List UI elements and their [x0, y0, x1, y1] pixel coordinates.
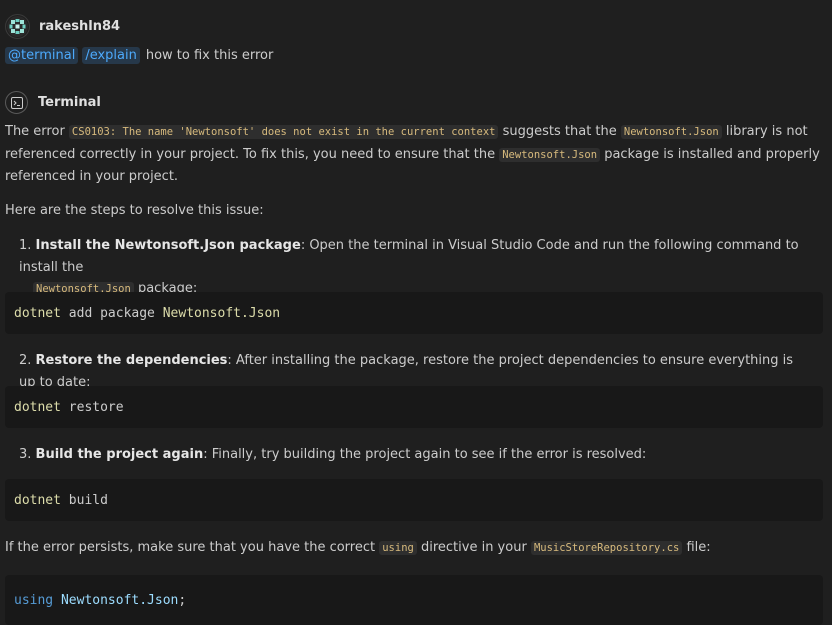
user-avatar — [5, 14, 30, 39]
step-title: Restore the dependencies — [35, 353, 228, 368]
command-chip[interactable]: /explain — [82, 47, 140, 64]
step-number: 1. — [19, 238, 32, 253]
user-header: rakeshln84 — [5, 14, 120, 39]
code-semicolon: ; — [178, 592, 187, 608]
code-block[interactable]: dotnet add package Newtonsoft.Json — [5, 292, 823, 334]
outro-text-3: file: — [682, 540, 711, 555]
response-outro: If the error persists, make sure that yo… — [5, 537, 820, 560]
steps-intro: Here are the steps to resolve this issue… — [5, 203, 264, 218]
code-args: add package — [60, 305, 163, 321]
package-code: Newtonsoft.Json — [499, 147, 601, 162]
outro-text-1: If the error persists, make sure that yo… — [5, 540, 380, 555]
response-header: Terminal — [5, 91, 101, 114]
package-code: Newtonsoft.Json — [620, 125, 722, 139]
code-block[interactable]: dotnet restore — [5, 386, 823, 428]
step-number: 2. — [19, 353, 32, 368]
query-text: how to fix this error — [145, 48, 274, 63]
agent-chip[interactable]: @terminal — [5, 47, 79, 64]
username: rakeshln84 — [39, 19, 121, 34]
step-title: Build the project again — [35, 447, 204, 462]
avatar-pattern-icon — [7, 16, 28, 37]
code-keyword: using — [14, 592, 54, 608]
response-agent-label: Terminal — [38, 95, 101, 110]
intro-text-2: suggests that the — [498, 124, 621, 139]
code-args: build — [60, 492, 108, 508]
terminal-icon — [5, 91, 28, 114]
step-title: Install the Newtonsoft.Json package — [35, 238, 301, 253]
outro-text-2: directive in your — [416, 540, 531, 555]
step-text: : Finally, try building the project agai… — [203, 447, 647, 462]
code-package: Newtonsoft.Json — [162, 305, 281, 321]
intro-text-1: The error — [5, 124, 69, 139]
error-code: CS0103: The name 'Newtonsoft' does not e… — [68, 125, 499, 139]
code-args: restore — [60, 399, 124, 415]
user-query: @terminal /explain how to fix this error — [5, 47, 273, 64]
code-tool: dotnet — [14, 492, 61, 508]
code-block[interactable]: dotnet build — [5, 479, 823, 521]
code-namespace: Newtonsoft.Json — [60, 592, 179, 608]
code-tool: dotnet — [14, 305, 61, 321]
code-block[interactable]: using Newtonsoft.Json; — [5, 575, 823, 625]
step-3: 3. Build the project again: Finally, try… — [19, 444, 809, 466]
using-code: using — [379, 541, 417, 555]
step-number: 3. — [19, 447, 32, 462]
file-code: MusicStoreRepository.cs — [530, 541, 683, 555]
response-intro: The error CS0103: The name 'Newtonsoft' … — [5, 121, 820, 188]
code-tool: dotnet — [14, 399, 61, 415]
step-1: 1. Install the Newtonsoft.Json package: … — [19, 235, 809, 301]
